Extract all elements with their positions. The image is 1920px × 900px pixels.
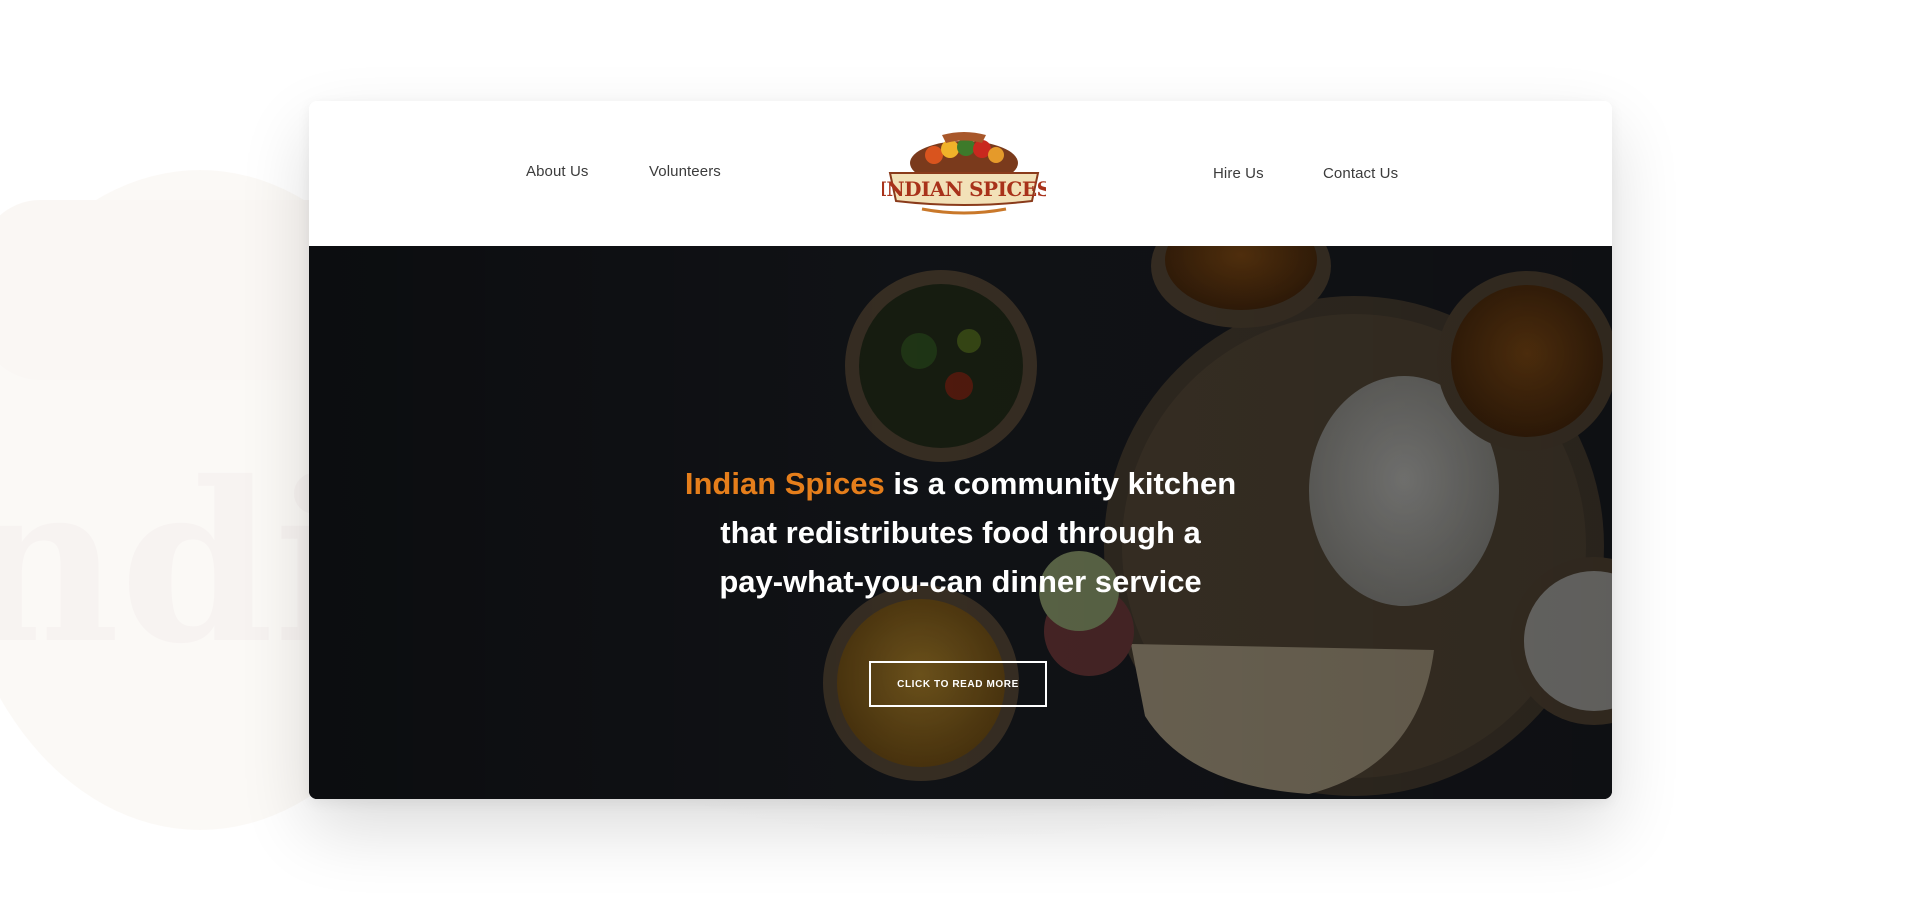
nav-link-hire[interactable]: Hire Us (1213, 165, 1264, 182)
hero-headline: Indian Spices is a community kitchen tha… (309, 459, 1612, 606)
hero-section: Indian Spices is a community kitchen tha… (309, 246, 1612, 799)
headline-line-1: Indian Spices is a community kitchen (309, 459, 1612, 508)
read-more-button[interactable]: CLICK TO READ MORE (869, 661, 1047, 707)
headline-line-1-rest: is a community kitchen (884, 466, 1237, 501)
website-preview-card: About Us Volunteers INDIAN SPICES Hire U… (309, 101, 1612, 799)
header-nav: About Us Volunteers INDIAN SPICES Hire U… (309, 101, 1612, 246)
nav-link-about[interactable]: About Us (526, 163, 589, 180)
logo-icon: INDIAN SPICES (877, 132, 1051, 215)
svg-text:INDIAN SPICES: INDIAN SPICES (882, 177, 1046, 201)
brand-name-highlight: Indian Spices (684, 466, 885, 501)
nav-link-volunteers[interactable]: Volunteers (649, 163, 721, 180)
indian-spices-logo[interactable]: INDIAN SPICES (877, 129, 1051, 217)
headline-line-3: pay-what-you-can dinner service (719, 564, 1202, 599)
nav-link-contact[interactable]: Contact Us (1323, 165, 1398, 182)
headline-line-2: that redistributes food through a (720, 515, 1201, 550)
